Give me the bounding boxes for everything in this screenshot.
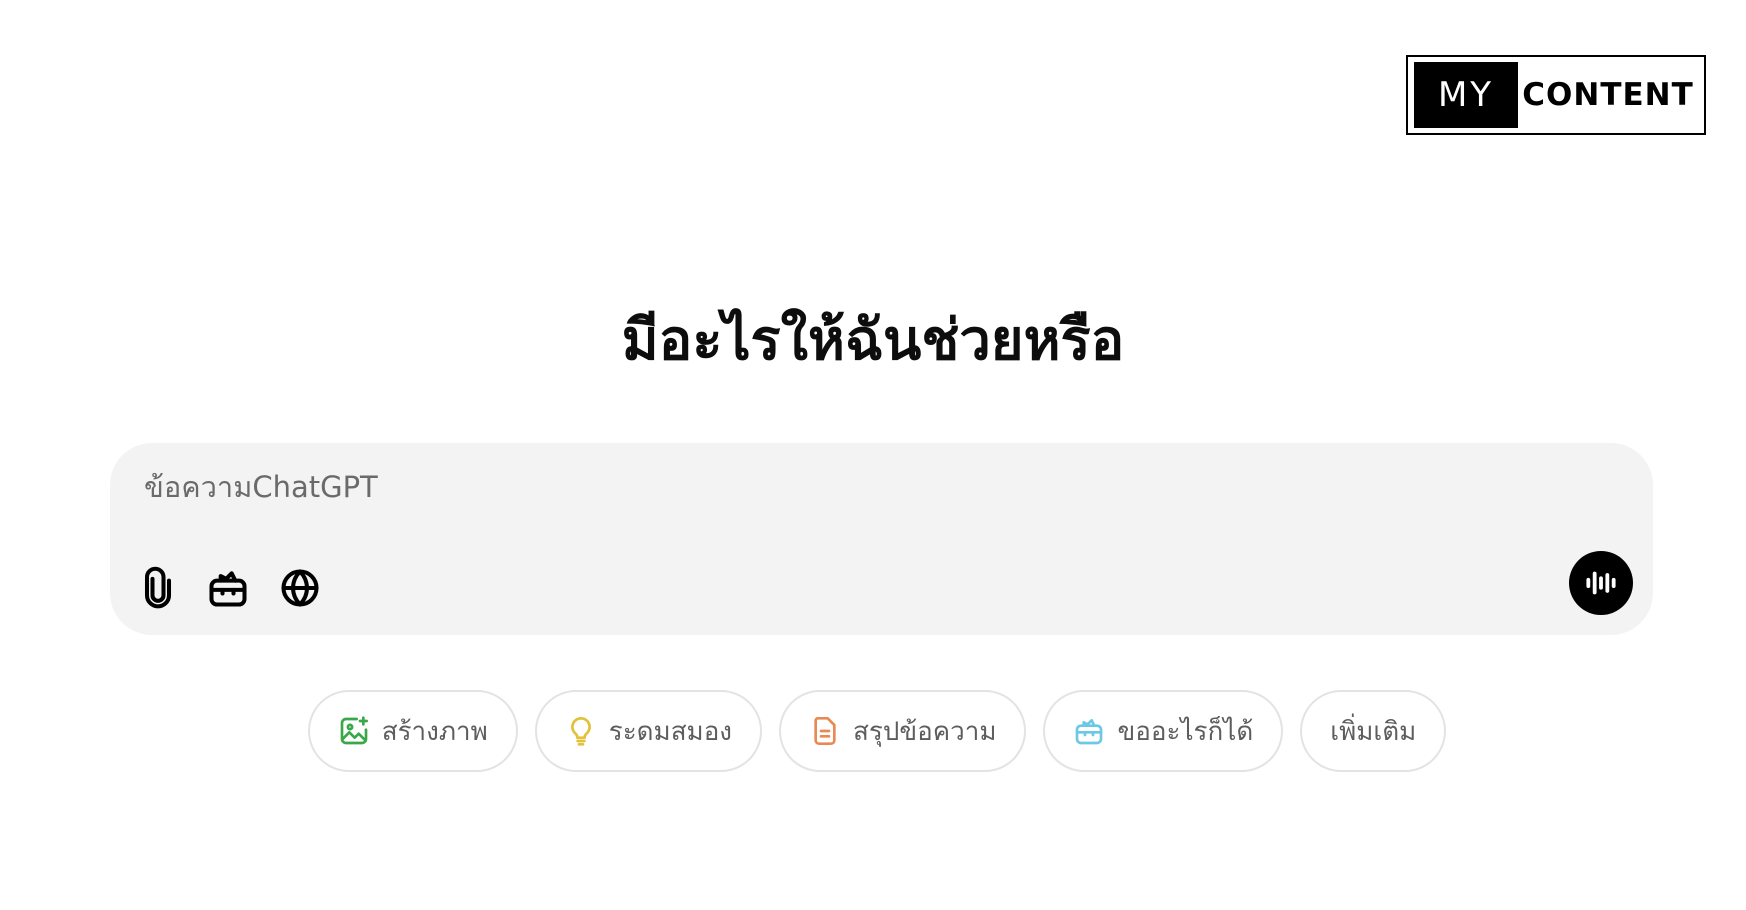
suggestion-chips: สร้างภาพ ระดมสมอง สรุปข้อความ ขออะไรก็ได… [0, 690, 1746, 772]
voice-mode-button[interactable] [1569, 551, 1633, 615]
chip-label: สร้างภาพ [381, 716, 488, 747]
chip-label: เพิ่มเติม [1330, 716, 1417, 747]
page-title: มีอะไรให้ฉันช่วยหรือ [621, 307, 1125, 373]
message-composer [110, 443, 1653, 635]
message-input[interactable] [144, 465, 1544, 509]
my-content-logo: MY CONTENT [1406, 55, 1706, 135]
image-sparkle-icon [340, 716, 368, 745]
toolbox-icon [209, 571, 247, 607]
logo-content-text: CONTENT [1522, 77, 1694, 113]
voice-waveform-icon [1586, 571, 1616, 595]
chip-label: ขออะไรก็ได้ [1117, 716, 1254, 747]
web-search-button[interactable] [272, 560, 328, 616]
suggestion-create-image[interactable]: สร้างภาพ [307, 690, 518, 772]
suggestion-ask-anything[interactable]: ขออะไรก็ได้ [1043, 690, 1284, 772]
toolbox-icon [1076, 719, 1103, 745]
chip-label: สรุปข้อความ [853, 716, 997, 747]
globe-icon [281, 569, 319, 607]
chat-home-page: MY CONTENT มีอะไรให้ฉันช่วยหรือ ข้อความC… [0, 0, 1746, 910]
document-icon [814, 717, 836, 745]
paperclip-icon [144, 566, 172, 609]
logo-my-block: MY [1414, 62, 1518, 128]
lightbulb-icon [570, 717, 591, 746]
attach-button[interactable] [130, 560, 186, 616]
suggestion-summarize[interactable]: สรุปข้อความ [779, 690, 1027, 772]
tools-button[interactable] [200, 560, 256, 616]
suggestion-more[interactable]: เพิ่มเติม [1300, 690, 1447, 772]
suggestion-brainstorm[interactable]: ระดมสมอง [534, 690, 763, 772]
chip-label: ระดมสมอง [608, 716, 733, 747]
